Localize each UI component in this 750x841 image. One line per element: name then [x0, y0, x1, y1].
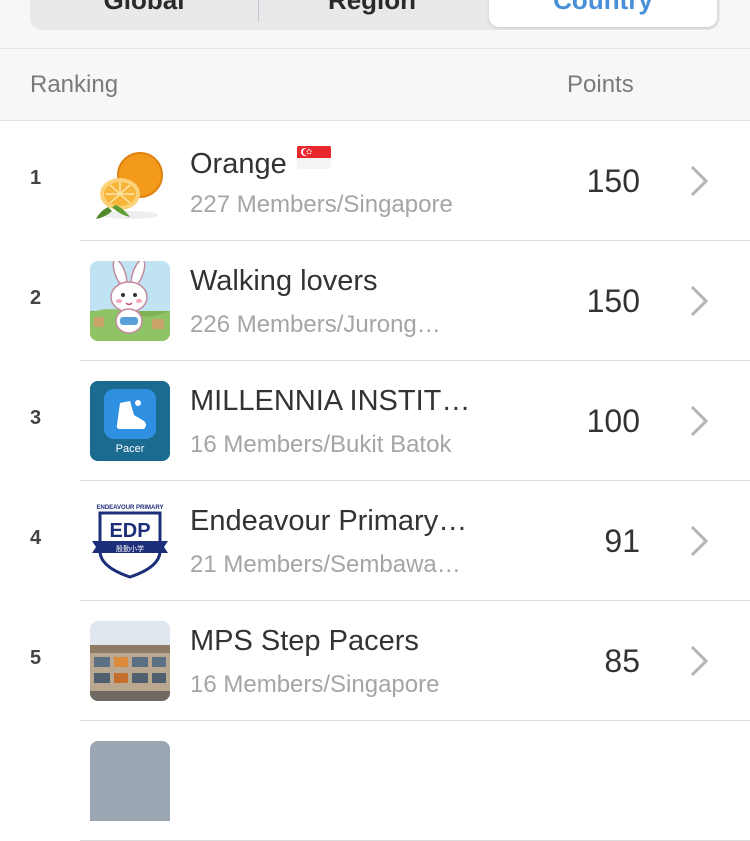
leaderboard-row[interactable]: 3 Pacer MILLENNIA INSTIT… 16 Members/Buk… — [0, 361, 750, 481]
leaderboard-header: Ranking Points — [0, 49, 750, 121]
group-points: 150 — [586, 163, 640, 199]
group-name: Orange — [190, 145, 331, 181]
svg-text:EDP: EDP — [109, 520, 150, 542]
chevron-right-icon — [690, 645, 709, 677]
tab-global[interactable]: Global — [30, 0, 258, 30]
group-members-location: 227 Members/Singapore — [190, 191, 453, 218]
group-members-location: 226 Members/Jurong… — [190, 311, 441, 338]
group-avatar-orange — [90, 141, 170, 221]
group-points: 85 — [604, 643, 640, 679]
svg-text:ENDEAVOUR PRIMARY: ENDEAVOUR PRIMARY — [96, 505, 163, 511]
chevron-right-icon — [690, 405, 709, 437]
svg-text:Pacer: Pacer — [116, 443, 145, 455]
group-name: Walking lovers — [190, 265, 378, 297]
leaderboard-row[interactable]: 4 ENDEAVOUR PRIMARY EDP 殷勤小学 Endeavour P… — [0, 481, 750, 601]
rank-number: 3 — [30, 407, 42, 429]
group-name: MPS Step Pacers — [190, 625, 419, 657]
leaderboard-list: 1 Orange 227 Members/Singapore 150 2 Wal… — [0, 121, 750, 841]
pacer-app-logo-icon: Pacer — [90, 381, 170, 461]
group-avatar-pacer: Pacer — [90, 381, 170, 461]
chevron-right-icon — [690, 525, 709, 557]
rank-number: 5 — [30, 647, 42, 669]
edp-school-crest-icon: ENDEAVOUR PRIMARY EDP 殷勤小学 — [92, 505, 168, 579]
points-column-label: Points — [567, 71, 634, 98]
leaderboard-row[interactable]: 2 Walking lovers 226 Members/Jurong… 150 — [0, 241, 750, 361]
ranking-column-label: Ranking — [30, 71, 119, 98]
rank-number: 4 — [30, 527, 42, 549]
chevron-right-icon — [690, 285, 709, 317]
group-name: Endeavour Primary… — [190, 505, 468, 537]
group-members-location: 16 Members/Singapore — [190, 671, 440, 698]
leaderboard-row-partial[interactable] — [0, 721, 750, 841]
group-avatar-mps — [90, 621, 170, 701]
chevron-right-icon — [690, 165, 709, 197]
rank-number: 1 — [30, 167, 42, 189]
bunny-cartoon-icon — [90, 261, 170, 341]
leaderboard-row[interactable]: 1 Orange 227 Members/Singapore 150 — [0, 121, 750, 241]
scope-segment-bar: Global Region Country — [0, 0, 750, 49]
group-avatar-partial — [90, 741, 170, 821]
singapore-flag-icon — [296, 145, 331, 169]
leaderboard-row[interactable]: 5 MPS Step Pacers 16 Members/Singapore 8… — [0, 601, 750, 721]
group-avatar-walking-lovers — [90, 261, 170, 341]
school-building-photo-icon — [90, 621, 170, 701]
scope-segmented-control: Global Region Country — [30, 0, 720, 30]
rank-number: 2 — [30, 287, 42, 309]
group-members-location: 16 Members/Bukit Batok — [190, 431, 452, 458]
group-name: MILLENNIA INSTIT… — [190, 385, 471, 417]
group-avatar-endeavour: ENDEAVOUR PRIMARY EDP 殷勤小学 — [90, 501, 170, 581]
orange-fruit-icon — [96, 152, 163, 219]
group-members-location: 21 Members/Sembawa… — [190, 551, 461, 578]
group-points: 150 — [586, 283, 640, 319]
group-points: 91 — [604, 523, 640, 559]
group-points: 100 — [586, 403, 640, 439]
svg-text:殷勤小学: 殷勤小学 — [116, 544, 144, 553]
tab-region[interactable]: Region — [258, 0, 486, 30]
tab-country[interactable]: Country — [489, 0, 717, 27]
